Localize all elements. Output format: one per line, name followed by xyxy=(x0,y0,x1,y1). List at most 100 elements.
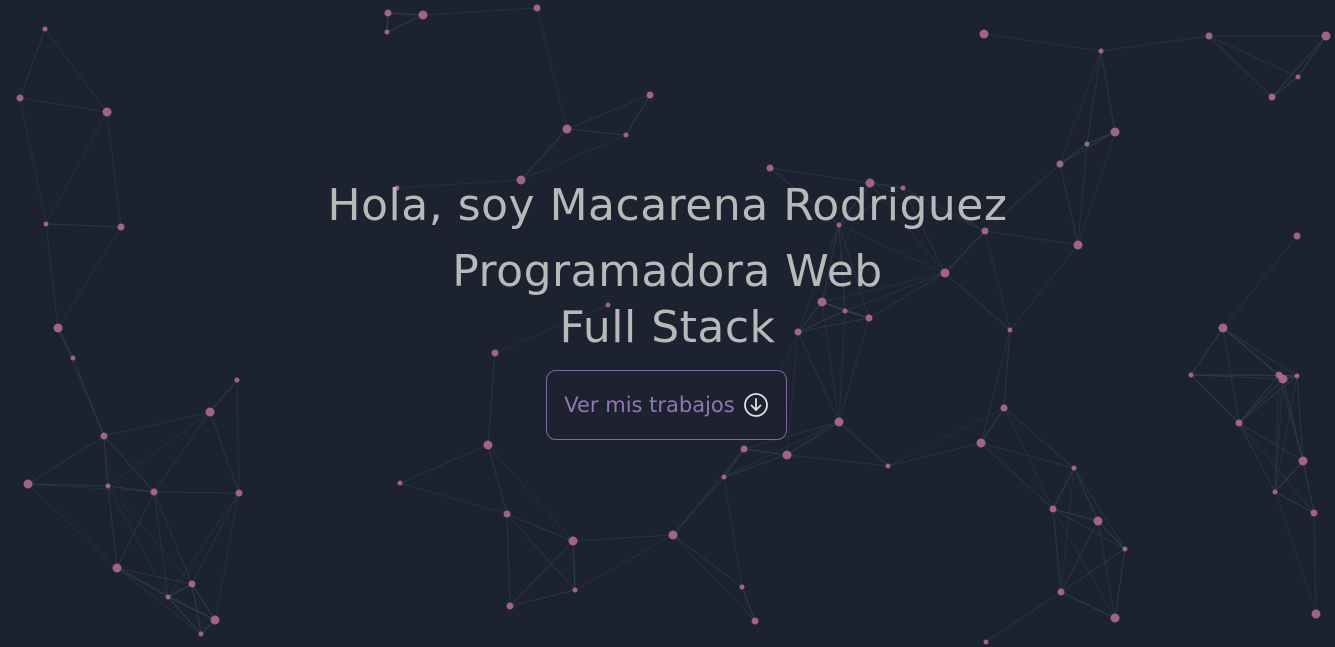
network-node xyxy=(483,440,493,450)
network-node xyxy=(646,91,654,99)
network-node xyxy=(562,124,572,134)
network-node xyxy=(1205,32,1213,40)
network-node xyxy=(1310,509,1318,517)
network-link xyxy=(1271,35,1327,98)
network-node xyxy=(976,438,986,448)
network-link xyxy=(520,128,568,181)
network-node xyxy=(165,594,171,600)
network-node xyxy=(1235,419,1243,427)
network-link xyxy=(625,94,651,136)
network-link xyxy=(566,94,651,130)
network-link xyxy=(672,534,756,622)
network-link xyxy=(387,12,424,16)
network-node xyxy=(235,489,243,497)
network-link xyxy=(214,492,240,621)
network-link xyxy=(506,513,511,607)
network-link xyxy=(1003,407,1054,510)
network-node xyxy=(623,132,629,138)
network-node xyxy=(568,536,578,546)
network-node xyxy=(1272,489,1278,495)
network-link xyxy=(536,7,568,130)
network-node xyxy=(234,377,240,383)
network-link xyxy=(1302,460,1315,514)
network-node xyxy=(70,355,76,361)
network-link xyxy=(1114,548,1126,619)
network-link xyxy=(520,134,627,181)
network-link xyxy=(984,230,1079,246)
network-link xyxy=(1208,35,1273,98)
network-link xyxy=(487,352,496,446)
network-node xyxy=(1188,372,1194,378)
network-node xyxy=(384,9,392,17)
network-node xyxy=(1084,141,1090,147)
network-link xyxy=(116,567,216,621)
network-link xyxy=(27,483,118,569)
network-link xyxy=(506,513,576,591)
network-link xyxy=(1060,520,1099,593)
network-link xyxy=(985,591,1062,643)
network-node xyxy=(533,4,541,12)
network-link xyxy=(723,476,743,588)
network-node xyxy=(506,602,514,610)
view-work-button-label: Ver mis trabajos xyxy=(564,393,735,417)
network-node xyxy=(16,94,24,102)
network-link xyxy=(27,435,105,485)
network-link xyxy=(1073,467,1126,550)
network-link xyxy=(1052,467,1075,510)
role-heading-line-2: Full Stack xyxy=(559,302,776,353)
greeting-heading: Hola, soy Macarena Rodriguez xyxy=(327,180,1008,231)
network-link xyxy=(1238,374,1280,424)
network-link xyxy=(19,97,108,113)
network-node xyxy=(1293,232,1301,240)
network-node xyxy=(1049,505,1057,513)
network-node xyxy=(668,530,678,540)
network-node xyxy=(740,445,748,453)
network-link xyxy=(741,586,756,622)
role-heading-line-1: Programadora Web xyxy=(452,246,883,297)
network-node xyxy=(100,432,108,440)
network-link xyxy=(1086,131,1116,145)
network-link xyxy=(509,589,576,607)
network-link xyxy=(116,567,202,635)
network-node xyxy=(1122,546,1128,552)
network-node xyxy=(739,584,745,590)
network-link xyxy=(1073,467,1099,522)
network-node xyxy=(205,407,215,417)
network-link xyxy=(1274,460,1304,493)
network-link xyxy=(574,534,674,591)
arrow-down-circle-icon xyxy=(743,392,769,418)
network-node xyxy=(23,479,33,489)
network-link xyxy=(44,28,108,113)
network-node xyxy=(885,463,891,469)
network-link xyxy=(1238,378,1284,424)
network-link xyxy=(153,491,240,494)
network-node xyxy=(782,450,792,460)
network-node xyxy=(384,29,390,35)
network-link xyxy=(1271,76,1299,98)
network-node xyxy=(979,29,989,39)
network-node xyxy=(572,587,578,593)
network-node xyxy=(1071,465,1077,471)
network-link xyxy=(887,442,982,467)
network-link xyxy=(887,407,1005,467)
network-node xyxy=(102,107,112,117)
network-node xyxy=(198,631,204,637)
network-link xyxy=(572,540,576,591)
network-node xyxy=(1311,609,1321,619)
network-node xyxy=(112,563,122,573)
network-link xyxy=(1059,131,1116,165)
view-work-button[interactable]: Ver mis trabajos xyxy=(546,370,787,440)
network-link xyxy=(72,357,105,437)
network-link xyxy=(236,379,240,494)
network-node xyxy=(1093,516,1103,526)
network-node xyxy=(751,617,759,625)
network-node xyxy=(42,26,48,32)
network-link xyxy=(209,411,240,494)
network-link xyxy=(19,28,46,99)
network-node xyxy=(418,10,428,20)
network-node xyxy=(188,580,196,588)
network-node xyxy=(1321,31,1331,41)
network-link xyxy=(1059,50,1102,165)
network-link xyxy=(209,379,238,413)
network-link xyxy=(566,128,627,136)
